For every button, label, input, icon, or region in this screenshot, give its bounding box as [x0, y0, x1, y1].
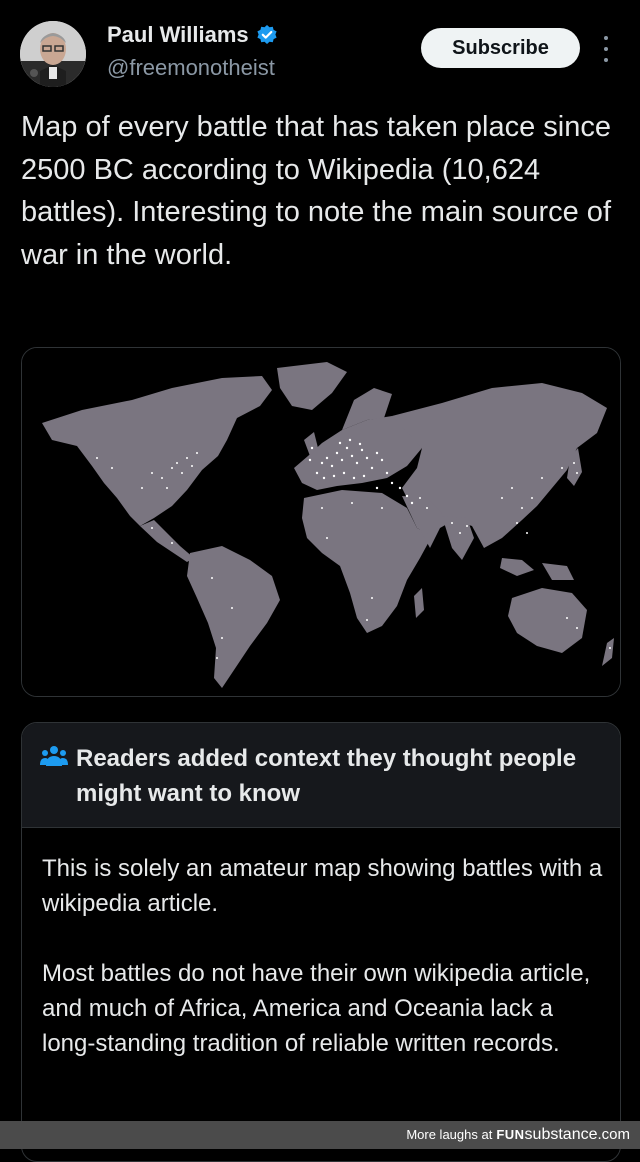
community-note-paragraph: This is solely an amateur map showing ba… — [42, 855, 603, 917]
author-name[interactable]: Paul Williams — [107, 22, 249, 48]
community-note-body: This is solely an amateur map showing ba… — [42, 851, 612, 1096]
community-note-title: Readers added context they thought peopl… — [76, 745, 577, 807]
footer-text: More laughs at — [406, 1127, 493, 1142]
avatar[interactable] — [20, 21, 86, 87]
footer-brand-fun: FUN — [496, 1127, 525, 1142]
people-icon — [40, 745, 68, 767]
tweet-header: Paul Williams @freemonotheist Subscribe — [0, 0, 640, 100]
watermark-footer: More laughs at FUN substance .com — [0, 1121, 640, 1149]
author-handle[interactable]: @freemonotheist — [107, 55, 275, 81]
community-note-paragraph: Most battles do not have their own wikip… — [42, 960, 591, 1057]
subscribe-button[interactable]: Subscribe — [421, 28, 580, 68]
community-note-header: Readers added context they thought peopl… — [22, 723, 620, 828]
community-note: Readers added context they thought peopl… — [21, 722, 621, 1162]
more-options-icon[interactable] — [597, 36, 615, 62]
tweet-text: Map of every battle that has taken place… — [21, 111, 612, 271]
footer-brand-substance: substance — [524, 1126, 598, 1143]
footer-brand-domain: .com — [597, 1126, 630, 1143]
verified-badge-icon — [256, 24, 278, 46]
world-battle-map-image[interactable] — [21, 347, 621, 697]
